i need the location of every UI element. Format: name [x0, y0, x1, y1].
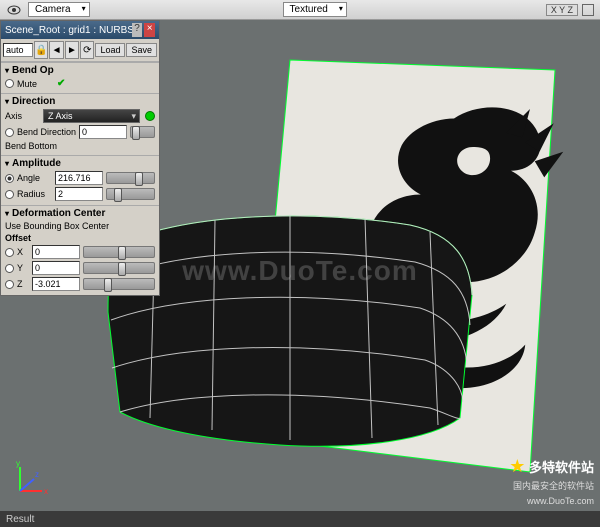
mute-radio[interactable] — [5, 79, 14, 88]
direction-title[interactable]: Direction — [5, 96, 155, 107]
offset-x-slider[interactable] — [83, 246, 155, 258]
brand-name: 多特软件站 — [529, 460, 594, 475]
mute-label: Mute — [17, 79, 52, 89]
offset-y-radio[interactable] — [5, 264, 14, 273]
textured-dropdown[interactable]: Textured — [283, 2, 347, 17]
radius-field[interactable] — [55, 187, 103, 201]
panel-title: Scene_Root : grid1 : NURBS Surface — [5, 25, 132, 36]
section-direction: Direction Axis Z Axis Bend Direction Ben… — [1, 93, 159, 155]
offset-z-radio[interactable] — [5, 280, 14, 289]
deformation-title[interactable]: Deformation Center — [5, 208, 155, 219]
use-bbox-label: Use Bounding Box Center — [5, 221, 109, 231]
anim-dot-icon[interactable] — [145, 111, 155, 121]
offset-x-label: X — [17, 247, 29, 257]
viewport-menubar: Camera Textured X Y Z — [0, 0, 600, 20]
camera-dropdown[interactable]: Camera — [28, 2, 90, 17]
status-bar: Result — [0, 511, 600, 527]
panel-toolbar: 🔒 ◄ ► ⟳ Load Save — [1, 39, 159, 62]
axis-dropdown[interactable]: Z Axis — [43, 109, 140, 123]
offset-z-label: Z — [17, 279, 29, 289]
axis-gizmo: x y z — [12, 459, 52, 499]
nav-back-icon[interactable]: ◄ — [49, 41, 63, 59]
section-amplitude: Amplitude Angle Radius — [1, 155, 159, 205]
radius-slider[interactable] — [106, 188, 155, 200]
bend-op-title[interactable]: Bend Op — [5, 65, 155, 76]
angle-label: Angle — [17, 173, 52, 183]
offset-y-label: Y — [17, 263, 29, 273]
check-icon: ✔ — [57, 78, 65, 89]
auto-field[interactable] — [3, 43, 33, 57]
svg-text:z: z — [35, 470, 39, 479]
eye-icon — [6, 3, 22, 17]
brand-sub2: www.DuoTe.com — [527, 496, 594, 506]
offset-title: Offset — [5, 233, 31, 243]
lock-icon[interactable]: 🔒 — [34, 41, 48, 59]
offset-z-slider[interactable] — [83, 278, 155, 290]
maximize-icon[interactable] — [582, 4, 594, 16]
refresh-icon[interactable]: ⟳ — [80, 41, 94, 59]
bend-direction-slider[interactable] — [130, 126, 155, 138]
brand-sub1: 国内最安全的软件站 — [513, 481, 594, 491]
axis-label: Axis — [5, 111, 40, 121]
bend-bottom-label: Bend Bottom — [5, 141, 57, 151]
load-button[interactable]: Load — [95, 43, 125, 57]
amplitude-title[interactable]: Amplitude — [5, 158, 155, 169]
angle-slider[interactable] — [106, 172, 155, 184]
save-button[interactable]: Save — [126, 43, 157, 57]
bend-direction-label: Bend Direction — [17, 127, 76, 137]
angle-field[interactable] — [55, 171, 103, 185]
xyz-toggle[interactable]: X Y Z — [546, 4, 578, 16]
offset-y-slider[interactable] — [83, 262, 155, 274]
radius-radio[interactable] — [5, 190, 14, 199]
offset-z-field[interactable] — [32, 277, 80, 291]
offset-x-field[interactable] — [32, 245, 80, 259]
bend-direction-field[interactable] — [79, 125, 127, 139]
bend-dir-radio[interactable] — [5, 128, 14, 137]
section-bend-op: Bend Op Mute ✔ — [1, 62, 159, 93]
status-text: Result — [6, 514, 34, 525]
property-panel: Scene_Root : grid1 : NURBS Surface ? × 🔒… — [0, 20, 160, 296]
radius-label: Radius — [17, 189, 52, 199]
angle-radio[interactable] — [5, 174, 14, 183]
svg-text:y: y — [16, 459, 20, 468]
help-icon[interactable]: ? — [132, 23, 143, 37]
nav-forward-icon[interactable]: ► — [65, 41, 79, 59]
panel-titlebar[interactable]: Scene_Root : grid1 : NURBS Surface ? × — [1, 21, 159, 39]
offset-y-field[interactable] — [32, 261, 80, 275]
section-deformation-center: Deformation Center Use Bounding Box Cent… — [1, 205, 159, 295]
close-icon[interactable]: × — [144, 23, 155, 37]
offset-x-radio[interactable] — [5, 248, 14, 257]
svg-text:x: x — [44, 487, 48, 496]
star-icon: ★ — [509, 456, 525, 476]
brand-logo: ★ 多特软件站 国内最安全的软件站 www.DuoTe.com — [509, 456, 594, 507]
